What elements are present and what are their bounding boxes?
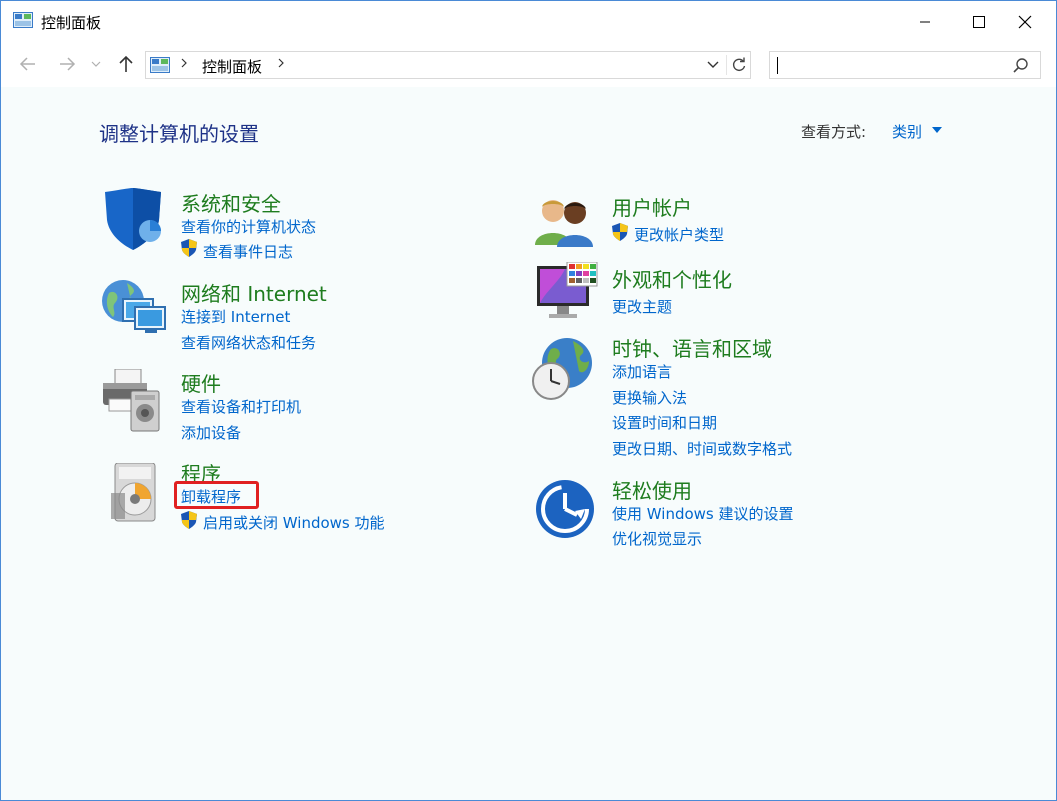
link-optimize-visual-display[interactable]: 优化视觉显示 — [612, 528, 702, 549]
control-panel-icon — [150, 57, 170, 73]
chevron-down-icon — [91, 61, 101, 67]
search-input[interactable] — [769, 51, 1041, 79]
breadcrumb-control-panel[interactable]: 控制面板 — [202, 56, 262, 77]
minimize-icon — [920, 21, 930, 23]
programs-disc-icon[interactable] — [109, 463, 161, 523]
link-view-computer-status[interactable]: 查看你的计算机状态 — [181, 216, 316, 237]
link-view-network-status[interactable]: 查看网络状态和任务 — [181, 332, 316, 353]
chevron-down-icon — [707, 61, 719, 68]
link-use-windows-recommended[interactable]: 使用 Windows 建议的设置 — [612, 503, 794, 524]
link-change-input-method[interactable]: 更换输入法 — [612, 387, 687, 408]
breadcrumb-separator-icon[interactable] — [277, 57, 285, 72]
ease-of-access-icon[interactable] — [535, 479, 595, 539]
address-dropdown-button[interactable] — [706, 56, 722, 74]
breadcrumb-separator-icon[interactable] — [180, 57, 188, 72]
close-button[interactable] — [1002, 1, 1048, 43]
category-title-network-internet[interactable]: 网络和 Internet — [181, 278, 327, 307]
dropdown-caret-icon[interactable] — [932, 127, 942, 133]
uac-shield-icon — [181, 239, 197, 257]
maximize-button[interactable] — [956, 1, 1002, 43]
uac-shield-icon — [612, 223, 628, 241]
refresh-button[interactable] — [730, 56, 748, 74]
navigation-bar: 控制面板 — [1, 43, 1056, 87]
view-by-label: 查看方式: — [801, 123, 867, 141]
link-view-devices-printers[interactable]: 查看设备和打印机 — [181, 396, 301, 417]
link-change-theme[interactable]: 更改主题 — [612, 296, 672, 317]
category-title-clock-language-region[interactable]: 时钟、语言和区域 — [612, 333, 772, 362]
link-change-date-format[interactable]: 更改日期、时间或数字格式 — [612, 438, 792, 459]
clock-globe-icon[interactable] — [531, 337, 595, 401]
arrow-right-icon — [60, 57, 76, 71]
maximize-icon — [973, 16, 985, 28]
security-shield-icon[interactable] — [101, 188, 165, 250]
forward-button[interactable] — [56, 53, 78, 75]
uac-shield-icon — [181, 511, 197, 529]
title-bar: 控制面板 — [1, 1, 1056, 43]
category-title-system-security[interactable]: 系统和安全 — [181, 188, 281, 217]
link-turn-windows-features[interactable]: 启用或关闭 Windows 功能 — [203, 512, 385, 533]
link-set-time-date[interactable]: 设置时间和日期 — [612, 412, 717, 433]
link-add-language[interactable]: 添加语言 — [612, 361, 672, 382]
link-change-account-type[interactable]: 更改帐户类型 — [634, 224, 724, 245]
recent-locations-button[interactable] — [89, 53, 103, 75]
close-icon — [1018, 15, 1032, 29]
link-add-device[interactable]: 添加设备 — [181, 422, 241, 443]
view-by-dropdown[interactable]: 类别 — [892, 121, 922, 142]
category-title-ease-of-access[interactable]: 轻松使用 — [612, 475, 692, 504]
control-panel-window: 控制面板 控制面板 调整计算机的设置 查看方式: 类别 系统和安全 查看你的计算… — [0, 0, 1057, 801]
category-title-appearance[interactable]: 外观和个性化 — [612, 264, 732, 293]
users-icon[interactable] — [533, 195, 595, 247]
arrow-up-icon — [119, 55, 133, 72]
category-title-user-accounts[interactable]: 用户帐户 — [612, 192, 692, 221]
link-uninstall-program[interactable]: 卸载程序 — [181, 486, 241, 507]
divider — [726, 55, 727, 75]
link-view-event-logs[interactable]: 查看事件日志 — [203, 241, 293, 262]
main-content: 调整计算机的设置 查看方式: 类别 系统和安全 查看你的计算机状态 查看事件日志 — [1, 87, 1056, 800]
appearance-monitor-icon[interactable] — [535, 262, 599, 324]
back-button[interactable] — [17, 53, 39, 75]
arrow-left-icon — [19, 57, 35, 71]
refresh-icon — [732, 57, 746, 72]
control-panel-icon — [13, 12, 33, 28]
address-bar[interactable]: 控制面板 — [145, 51, 751, 79]
network-globe-icon[interactable] — [101, 279, 167, 337]
category-title-hardware[interactable]: 硬件 — [181, 368, 221, 397]
page-title: 调整计算机的设置 — [99, 122, 259, 146]
window-title: 控制面板 — [41, 14, 102, 32]
printer-icon[interactable] — [101, 369, 163, 433]
search-icon[interactable] — [1012, 57, 1030, 75]
up-button[interactable] — [115, 53, 137, 75]
minimize-button[interactable] — [902, 1, 948, 43]
text-caret — [777, 57, 778, 74]
link-connect-internet[interactable]: 连接到 Internet — [181, 306, 290, 327]
